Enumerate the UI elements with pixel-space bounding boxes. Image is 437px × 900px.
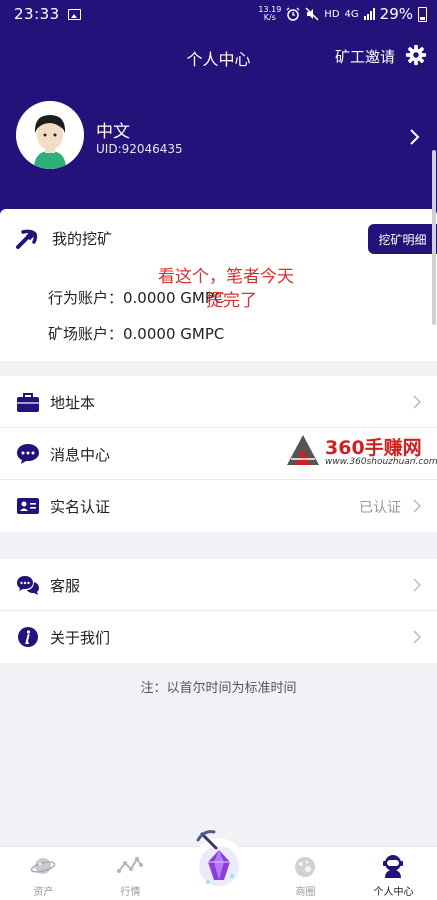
nav-tab-business[interactable]: 商圈 (262, 847, 349, 900)
watermark: 360手赚网 www.360shouzhuan.com (285, 431, 437, 471)
battery-percent: 29% (379, 5, 413, 23)
menu-label: 实名认证 (50, 498, 111, 516)
nav-tab-profile[interactable]: 个人中心 (350, 847, 437, 900)
mining-crystal-icon[interactable] (188, 826, 250, 892)
status-time: 23:33 (14, 5, 60, 23)
menu-group-secondary: 客服 关于我们 (0, 559, 437, 663)
shop-planet-icon (295, 857, 315, 877)
hd-indicator: HD (324, 8, 340, 20)
user-uid: UID:92046435 (96, 142, 183, 156)
mine-account-balance: 矿场账户：0.0000 GMPC (48, 325, 225, 343)
behavior-account-balance: 行为账户：0.0000 GMPC (48, 289, 225, 307)
trend-line-icon (117, 857, 143, 873)
status-indicators: 13.19 K/s HD 4G 29% (258, 5, 427, 23)
nav-label: 商圈 (295, 887, 316, 898)
chevron-right-icon[interactable] (409, 128, 421, 146)
title-bar: 个人中心 矿工邀请 (0, 38, 437, 74)
watermark-logo-icon (287, 435, 319, 465)
chevron-right-icon (413, 578, 421, 592)
planet-icon (30, 858, 56, 874)
battery-icon (418, 6, 427, 22)
chevron-right-icon (413, 499, 421, 513)
gear-icon[interactable] (405, 44, 427, 66)
menu-row-customer-service[interactable]: 客服 (0, 559, 437, 611)
message-icon (17, 444, 39, 464)
alarm-icon (286, 7, 300, 21)
mining-title: 我的挖矿 (52, 230, 113, 248)
menu-label: 地址本 (50, 394, 96, 412)
scrollbar[interactable] (432, 150, 436, 325)
menu-label: 关于我们 (50, 629, 111, 647)
network-generation: 4G (344, 8, 359, 20)
avatar[interactable] (16, 101, 84, 169)
nav-label: 资产 (33, 887, 54, 898)
signal-icon (363, 8, 375, 20)
menu-label: 客服 (50, 577, 81, 595)
astronaut-icon (383, 855, 403, 878)
mining-detail-button[interactable]: 挖矿明细 (368, 224, 437, 254)
menu-label: 消息中心 (50, 446, 111, 464)
image-notification-icon (67, 8, 81, 20)
briefcase-icon (17, 393, 39, 412)
verification-status: 已认证 (359, 500, 401, 516)
watermark-url: www.360shouzhuan.com (325, 457, 437, 467)
nav-label: 行情 (120, 887, 141, 898)
id-card-icon (17, 498, 39, 514)
mining-pick-icon (16, 229, 38, 249)
nav-tab-market[interactable]: 行情 (87, 847, 174, 900)
info-icon (18, 627, 38, 647)
chevron-right-icon (413, 395, 421, 409)
menu-row-address-book[interactable]: 地址本 (0, 376, 437, 428)
menu-row-real-name-auth[interactable]: 实名认证 已认证 (0, 480, 437, 532)
nav-tab-assets[interactable]: 资产 (0, 847, 87, 900)
timezone-note: 注：以首尔时间为标准时间 (140, 681, 297, 696)
chevron-right-icon (413, 630, 421, 644)
avatar-person-icon (16, 101, 84, 169)
status-bar: 23:33 13.19 K/s HD 4G 29% (0, 0, 437, 28)
user-name: 中文 (96, 122, 130, 142)
chat-bubbles-icon (17, 576, 39, 595)
mute-icon (305, 7, 319, 21)
annotation-line-2: 提完了 (206, 291, 257, 311)
network-speed: 13.19 K/s (258, 5, 282, 22)
miner-invite-link[interactable]: 矿工邀请 (335, 46, 395, 67)
annotation-line-1: 看这个，笔者今天 (158, 267, 294, 287)
watermark-text: 360手赚网 (325, 437, 422, 459)
menu-row-about-us[interactable]: 关于我们 (0, 611, 437, 663)
nav-label: 个人中心 (373, 887, 414, 898)
